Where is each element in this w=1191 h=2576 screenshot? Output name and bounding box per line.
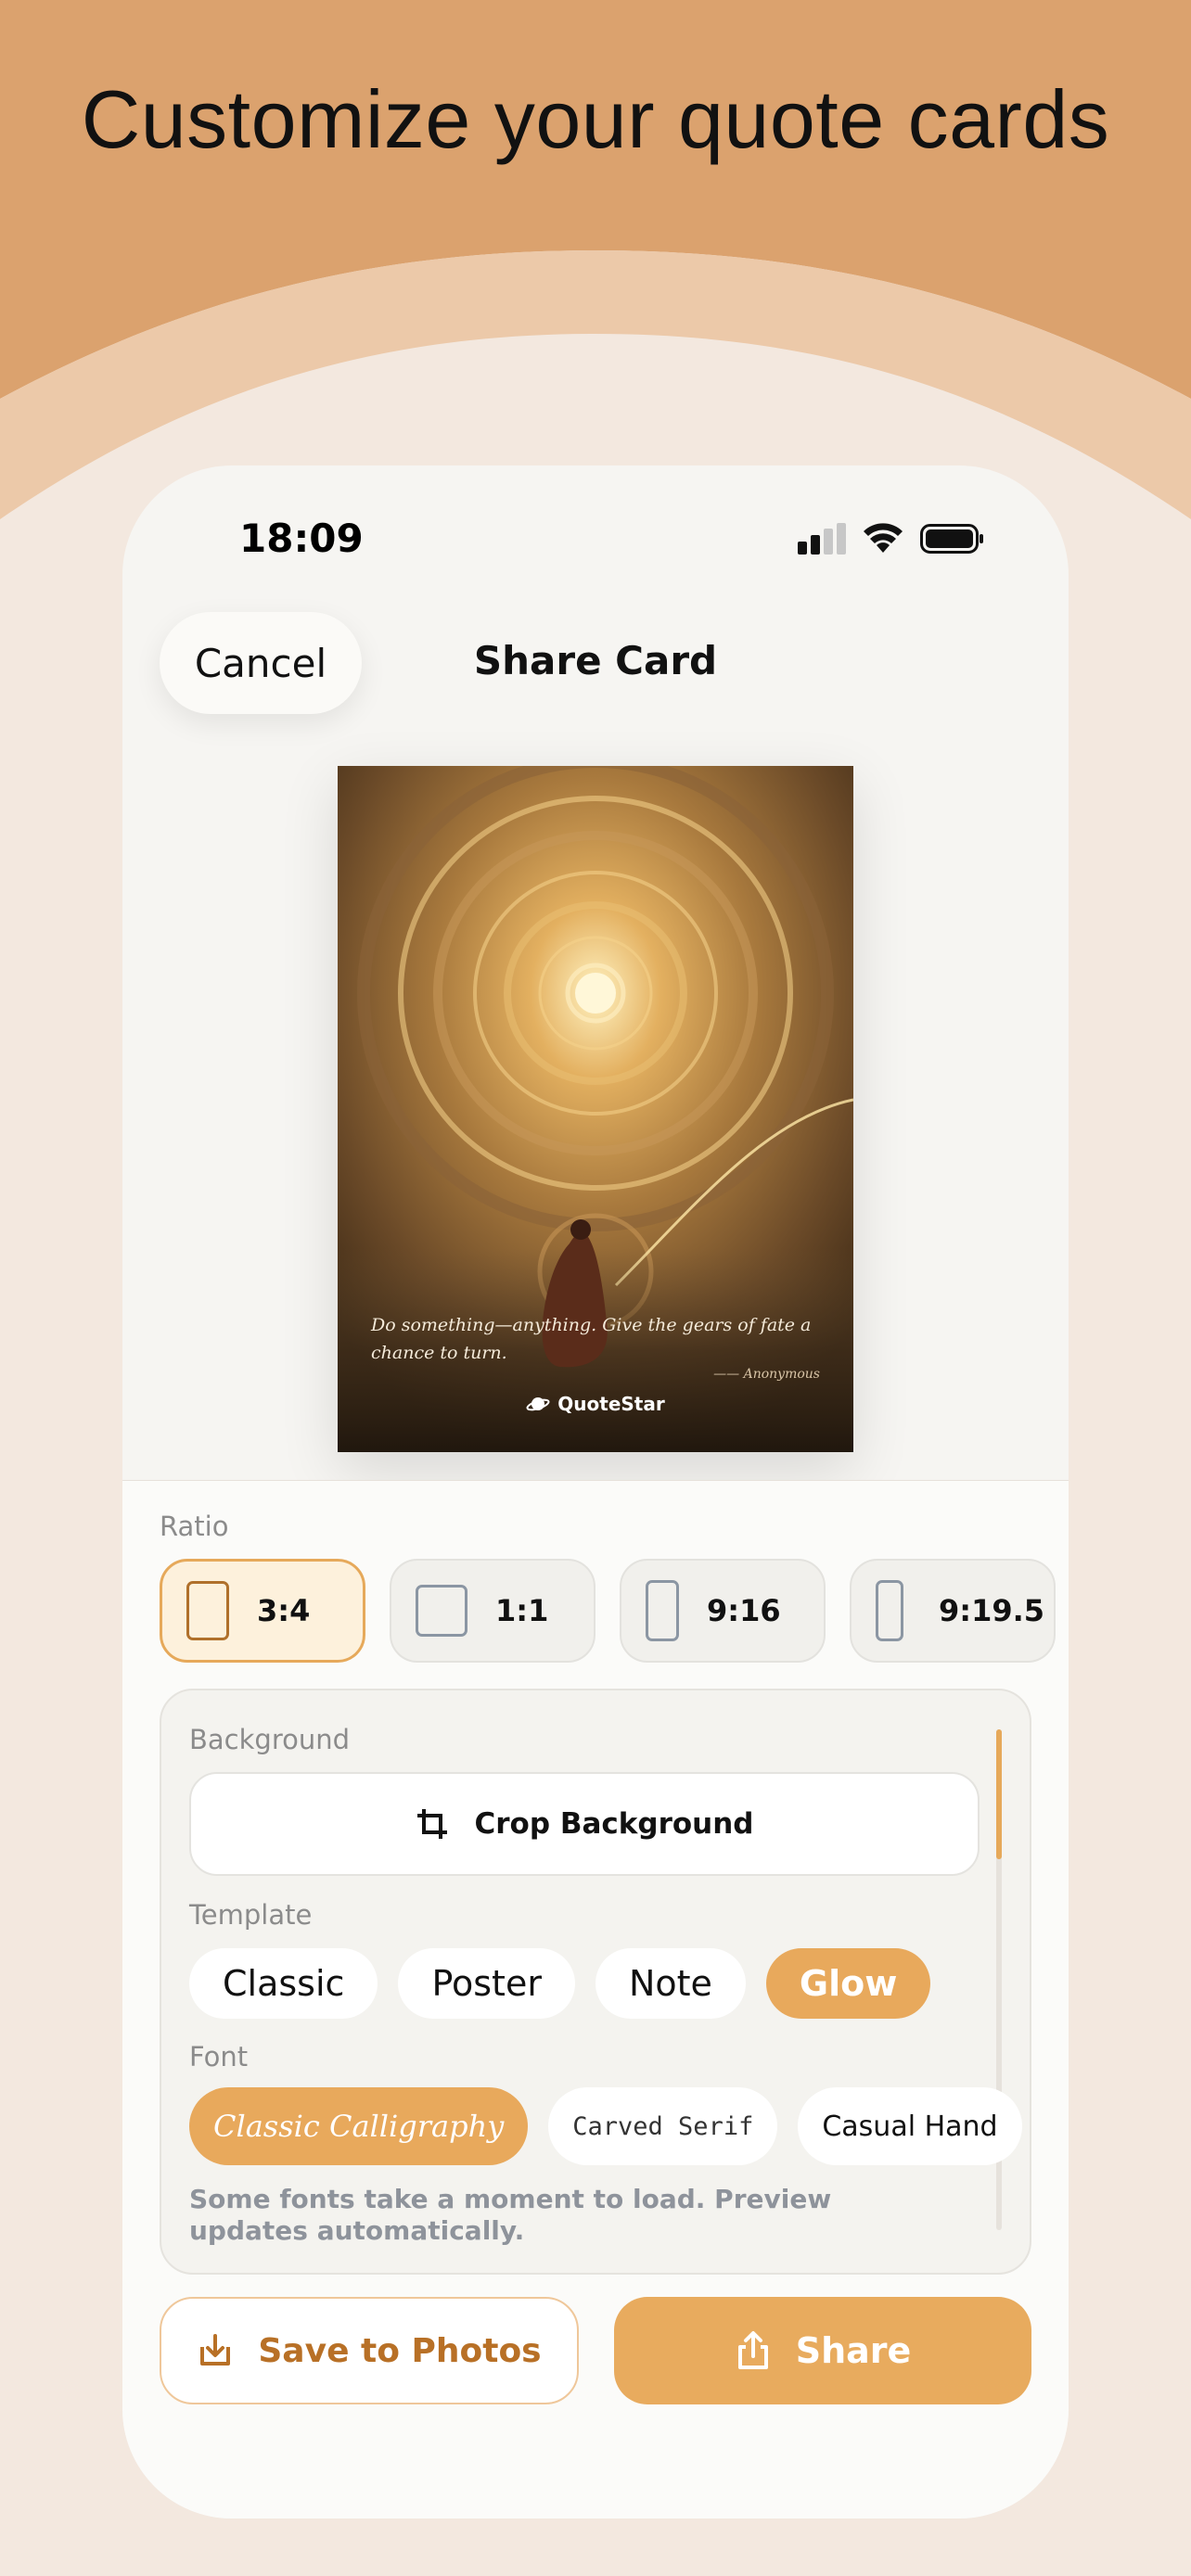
font-hint: Some fonts take a moment to load. Previe… xyxy=(189,2184,832,2246)
card-author-name: Anonymous xyxy=(743,1367,820,1382)
customize-panel[interactable]: Background Crop Background Template Clas… xyxy=(160,1689,1031,2275)
quote-card-preview[interactable]: Do something—anything. Give the gears of… xyxy=(338,766,853,1452)
ratio-option-9-16[interactable]: 9:16 xyxy=(620,1559,826,1663)
template-option-glow[interactable]: Glow xyxy=(765,1948,931,2019)
font-options: Classic Calligraphy Carved Serif Casual … xyxy=(189,2087,1030,2165)
ratio-option-3-4[interactable]: 3:4 xyxy=(160,1559,365,1663)
status-icons xyxy=(798,523,985,555)
phone-screen: 18:09 Cancel Share Card Do something—any… xyxy=(122,465,1069,2519)
wifi-icon xyxy=(864,523,903,553)
template-option-note[interactable]: Note xyxy=(595,1948,746,2019)
template-option-poster[interactable]: Poster xyxy=(398,1948,575,2019)
ratio-1-1-icon xyxy=(416,1585,467,1637)
ratio-option-1-1[interactable]: 1:1 xyxy=(390,1559,596,1663)
promo-headline: Customize your quote cards xyxy=(81,73,1110,165)
template-options: Classic Poster Note Glow xyxy=(189,1948,931,2019)
save-to-photos-label: Save to Photos xyxy=(258,2331,542,2370)
font-label: Font xyxy=(189,2041,249,2072)
template-label: Template xyxy=(189,1899,313,1931)
share-button[interactable]: Share xyxy=(614,2297,1031,2404)
battery-icon xyxy=(920,524,983,554)
ratio-3-4-icon xyxy=(186,1581,229,1640)
ratio-9-19-5-icon xyxy=(876,1580,903,1641)
card-quote-text: Do something—anything. Give the gears of… xyxy=(371,1315,812,1363)
share-icon xyxy=(737,2331,768,2369)
crop-icon xyxy=(416,1809,447,1839)
ratio-option-label: 1:1 xyxy=(495,1593,549,1628)
font-option-casual-hand[interactable]: Casual Hand xyxy=(798,2087,1022,2165)
background-label: Background xyxy=(189,1724,351,1755)
ratio-option-label: 9:16 xyxy=(707,1593,781,1628)
panel-scroll-thumb[interactable] xyxy=(996,1729,1002,1859)
ratio-9-16-icon xyxy=(646,1580,679,1641)
crop-background-label: Crop Background xyxy=(474,1807,754,1841)
ratio-option-label: 9:19.5 xyxy=(939,1593,1045,1628)
ratio-options: 3:4 1:1 9:16 9:19.5 xyxy=(160,1559,1056,1663)
font-option-carved-serif[interactable]: Carved Serif xyxy=(548,2087,778,2165)
nav-title: Share Card xyxy=(473,638,718,683)
options-sheet: Ratio 3:4 1:1 9:16 9:19.5 Background Cro… xyxy=(122,1480,1069,2519)
save-to-photos-button[interactable]: Save to Photos xyxy=(160,2297,579,2404)
font-option-classic-calligraphy[interactable]: Classic Calligraphy xyxy=(189,2087,529,2165)
status-time: 18:09 xyxy=(239,516,364,561)
card-brand-name: QuoteStar xyxy=(557,1393,665,1415)
download-icon xyxy=(200,2334,231,2366)
ratio-option-9-19-5[interactable]: 9:19.5 xyxy=(850,1559,1056,1663)
planet-logo-icon xyxy=(526,1397,550,1411)
ratio-label: Ratio xyxy=(160,1511,229,1542)
template-option-classic[interactable]: Classic xyxy=(189,1948,378,2019)
card-brand: QuoteStar xyxy=(338,1393,853,1415)
signal-icon xyxy=(798,523,846,555)
ratio-option-label: 3:4 xyxy=(257,1593,311,1628)
crop-background-button[interactable]: Crop Background xyxy=(189,1772,980,1876)
card-author: —— Anonymous xyxy=(713,1367,820,1382)
share-label: Share xyxy=(795,2330,912,2371)
